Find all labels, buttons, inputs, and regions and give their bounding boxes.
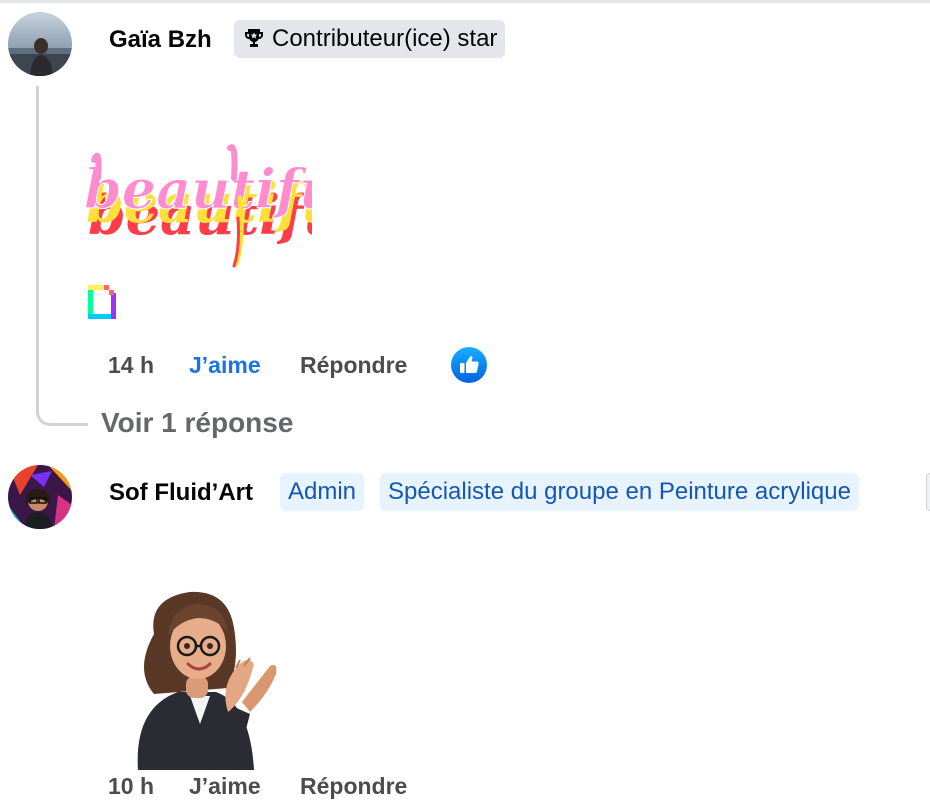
comment-author[interactable]: Gaïa Bzh <box>109 25 212 55</box>
admin-badge[interactable]: Admin <box>280 473 365 511</box>
like-button[interactable]: J’aime <box>189 771 261 801</box>
comments-panel: Gaïa Bzh Contributeur(ice) star beautifu… <box>0 0 930 810</box>
sticker-text: beautiful <box>84 157 312 221</box>
group-expert-badge[interactable]: Spécialiste du groupe en Peinture acryli… <box>380 473 859 511</box>
comment-timestamp[interactable]: 10 h <box>108 771 154 801</box>
avatar-gaia-bzh[interactable] <box>8 12 72 76</box>
view-replies-link[interactable]: Voir 1 réponse <box>101 406 293 440</box>
comment-author[interactable]: Sof Fluid’Art <box>109 478 253 508</box>
giphy-icon <box>88 282 118 320</box>
overflow-badge <box>926 473 930 511</box>
woman-clapping-avatar-sticker[interactable] <box>124 584 284 770</box>
reply-button[interactable]: Répondre <box>300 350 407 380</box>
trophy-icon <box>242 24 266 62</box>
contributor-badge[interactable]: Contributeur(ice) star <box>234 20 506 58</box>
reply-button[interactable]: Répondre <box>300 771 407 801</box>
beautiful-gif-sticker[interactable]: beautiful beautiful beautiful <box>80 138 363 270</box>
top-divider <box>0 0 930 3</box>
badge-label: Contributeur(ice) star <box>272 25 498 52</box>
avatar-sof-fluid-art[interactable] <box>8 465 72 529</box>
like-reaction-icon[interactable] <box>451 347 487 383</box>
like-button[interactable]: J’aime <box>189 350 261 380</box>
comment-timestamp[interactable]: 14 h <box>108 350 154 380</box>
